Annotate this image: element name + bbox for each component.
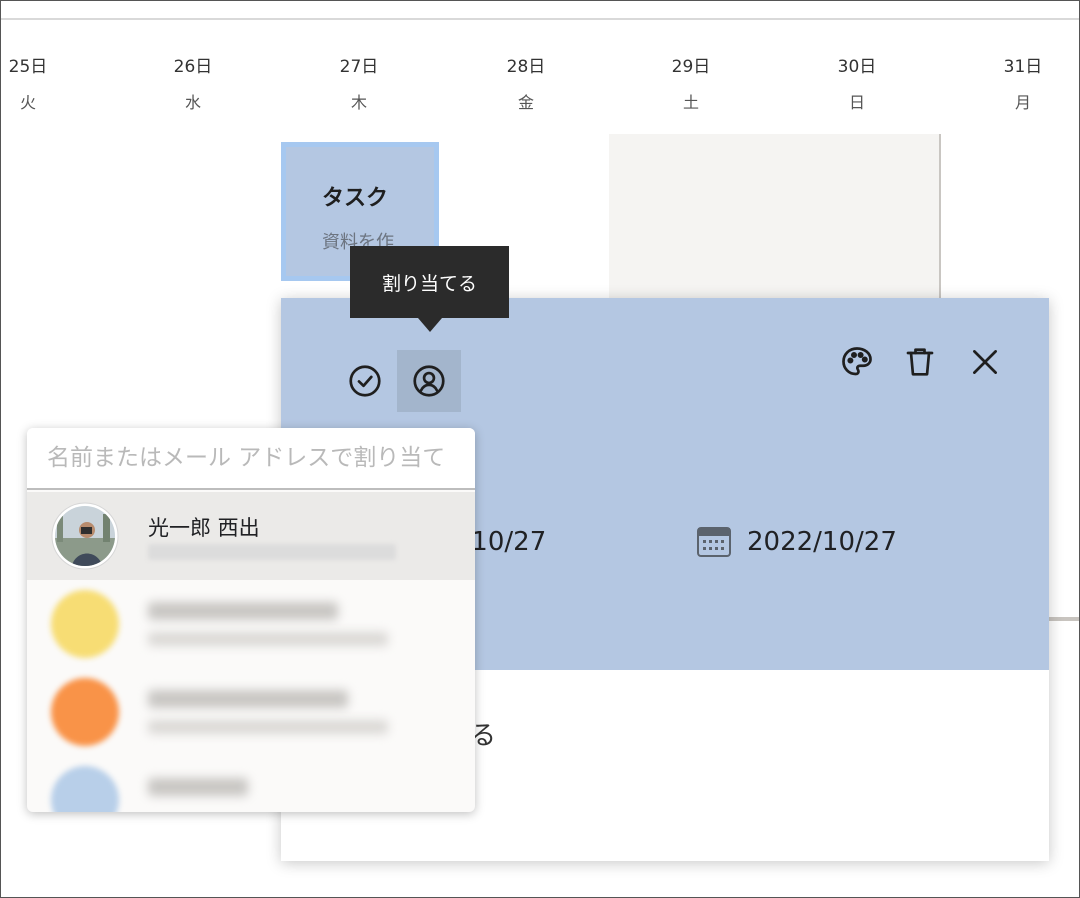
assign-user-icon (413, 365, 445, 397)
day-weekday: 木 (350, 93, 367, 112)
assign-tooltip: 割り当てる (350, 246, 509, 332)
weekend-background (609, 134, 939, 304)
assignee-option[interactable] (27, 580, 475, 668)
end-date[interactable]: 2022/10/27 (747, 527, 897, 557)
assignee-option[interactable] (27, 756, 475, 812)
day-weekday: 土 (682, 93, 699, 112)
day-weekday: 金 (517, 93, 534, 112)
day-weekday: 月 (1014, 93, 1031, 112)
day-weekday: 水 (184, 93, 201, 112)
calendar-icon (697, 527, 731, 557)
avatar (51, 590, 119, 658)
assign-search-input[interactable] (27, 428, 475, 490)
assignee-email-redacted (148, 632, 388, 646)
day-date: 25日 (8, 57, 48, 77)
trash-icon (906, 348, 934, 376)
day-header-26: 26日 水 (153, 52, 233, 113)
day-header-31: 31日 月 (983, 52, 1063, 113)
task-title: タスク (322, 186, 389, 211)
header-divider (1, 18, 1079, 20)
assign-button[interactable] (407, 359, 451, 403)
check-circle-icon (349, 365, 381, 397)
day-header-28: 28日 金 (486, 52, 566, 113)
assignee-name-redacted (148, 778, 248, 796)
assignee-email-redacted (148, 720, 388, 734)
day-header-29: 29日 土 (651, 52, 731, 113)
day-header-25: 25日 火 (0, 52, 68, 113)
avatar (51, 678, 119, 746)
assignee-name: 光一郎 西出 (148, 516, 260, 540)
assign-dropdown: 光一郎 西出 (27, 428, 475, 812)
close-button[interactable] (963, 340, 1007, 384)
assignee-name-redacted (148, 690, 348, 708)
assignee-name-redacted (148, 602, 338, 620)
assignee-option[interactable] (27, 668, 475, 756)
day-header-27: 27日 木 (319, 52, 399, 113)
assignee-option[interactable]: 光一郎 西出 (27, 492, 475, 580)
day-weekday: 日 (848, 93, 865, 112)
close-icon (973, 350, 997, 374)
avatar (51, 766, 119, 812)
day-date: 29日 (671, 57, 711, 77)
day-header-30: 30日 日 (817, 52, 897, 113)
day-weekday: 火 (19, 93, 36, 112)
avatar (51, 502, 119, 570)
delete-button[interactable] (898, 340, 942, 384)
tooltip-text: 割り当てる (381, 272, 477, 295)
row-divider (1048, 617, 1079, 621)
column-divider (939, 134, 941, 299)
day-date: 28日 (506, 57, 546, 77)
color-button[interactable] (835, 340, 879, 384)
assignee-email-redacted (148, 544, 396, 560)
day-date: 31日 (1003, 57, 1043, 77)
palette-icon (842, 347, 872, 376)
day-date: 27日 (339, 57, 379, 77)
day-date: 30日 (837, 57, 877, 77)
complete-button[interactable] (343, 359, 387, 403)
day-date: 26日 (173, 57, 213, 77)
